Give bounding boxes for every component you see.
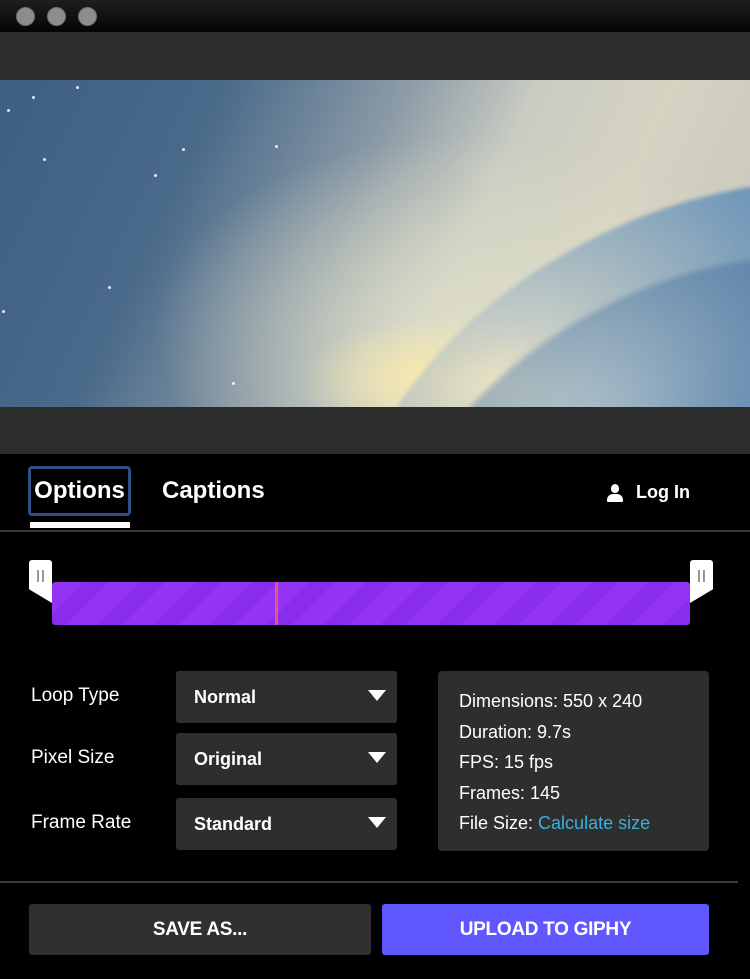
gif-info-panel: Dimensions: 550 x 240 Duration: 9.7s FPS… xyxy=(438,671,709,851)
file-size-label: File Size: xyxy=(459,813,534,833)
pixel-size-label: Pixel Size xyxy=(31,747,115,768)
star xyxy=(108,286,111,289)
close-window-button[interactable] xyxy=(16,7,35,26)
star xyxy=(32,96,35,99)
frame-rate-label: Frame Rate xyxy=(31,812,132,833)
trim-end-handle[interactable] xyxy=(690,560,713,603)
footer-divider xyxy=(0,881,738,883)
grip-icon xyxy=(698,570,700,582)
star xyxy=(182,148,185,151)
duration-text: Duration: 9.7s xyxy=(459,721,572,742)
star xyxy=(154,174,157,177)
trim-timeline xyxy=(0,548,750,638)
title-bar xyxy=(0,0,750,32)
pixel-size-value: Original xyxy=(194,749,263,769)
grip-icon xyxy=(703,570,705,582)
grip-icon xyxy=(37,570,39,582)
star xyxy=(232,382,235,385)
zoom-window-button[interactable] xyxy=(78,7,97,26)
star xyxy=(7,109,10,112)
star xyxy=(275,145,278,148)
star xyxy=(2,310,5,313)
loop-type-value: Normal xyxy=(194,687,257,707)
save-as-button[interactable]: SAVE AS... xyxy=(29,904,371,955)
setting-loop-type: Loop Type Normal xyxy=(0,671,420,723)
loop-type-label: Loop Type xyxy=(31,685,120,706)
tab-options[interactable]: Options xyxy=(28,466,131,516)
setting-frame-rate: Frame Rate Standard xyxy=(0,798,420,850)
grip-icon xyxy=(42,570,44,582)
trim-range-bar[interactable] xyxy=(52,582,690,625)
file-size-row: File Size: Calculate size xyxy=(459,808,709,839)
login-label: Log In xyxy=(636,482,690,502)
caret-down-icon xyxy=(368,752,386,763)
tab-captions[interactable]: Captions xyxy=(162,466,265,516)
active-tab-indicator xyxy=(30,522,130,528)
star xyxy=(76,86,79,89)
caret-down-icon xyxy=(368,690,386,701)
calculate-size-link[interactable]: Calculate size xyxy=(538,813,650,833)
star xyxy=(43,158,46,161)
pixel-size-select[interactable]: Original xyxy=(176,733,397,785)
fps-text: FPS: 15 fps xyxy=(459,752,554,772)
caret-down-icon xyxy=(368,817,386,828)
dimensions-text: Dimensions: 550 x 240 xyxy=(459,691,643,711)
preview-area xyxy=(0,32,750,454)
frame-rate-select[interactable]: Standard xyxy=(176,798,397,850)
frames-text: Frames: 145 xyxy=(459,782,561,803)
playhead[interactable] xyxy=(275,582,279,625)
trim-start-handle[interactable] xyxy=(29,560,52,603)
upload-to-giphy-button[interactable]: UPLOAD TO GIPHY xyxy=(382,904,709,955)
minimize-window-button[interactable] xyxy=(47,7,66,26)
gif-preview-image xyxy=(0,80,750,407)
login-button[interactable]: Log In xyxy=(606,482,690,503)
loop-type-select[interactable]: Normal xyxy=(176,671,397,723)
setting-pixel-size: Pixel Size Original xyxy=(0,733,420,785)
user-icon xyxy=(606,483,624,502)
frame-rate-value: Standard xyxy=(194,814,273,834)
